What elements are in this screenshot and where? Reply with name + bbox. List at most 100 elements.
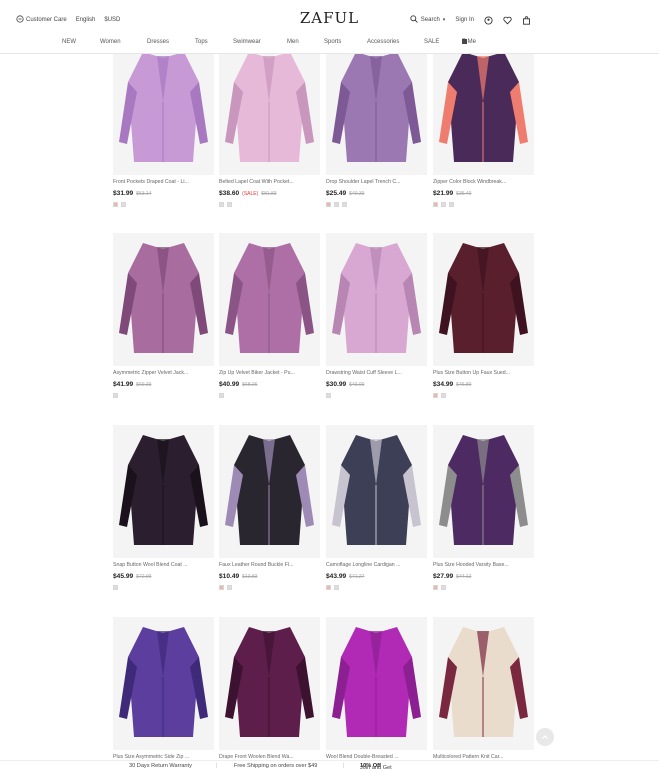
color-swatch[interactable] (441, 585, 446, 590)
product-card[interactable]: Camoflage Longline Cardigan ... $43.99 $71… (326, 425, 427, 591)
color-swatch[interactable] (449, 202, 454, 207)
product-price: $31.99 (113, 190, 134, 197)
product-image[interactable] (326, 617, 427, 750)
product-card[interactable]: Asymmetric Zipper Velvet Jack... $41.99 $6… (113, 233, 214, 399)
color-swatch[interactable] (433, 393, 438, 398)
product-image[interactable] (326, 42, 427, 175)
product-image[interactable] (433, 425, 534, 558)
product-old-price: $40.39 (349, 191, 365, 197)
product-name[interactable]: Faux Leather Round Buckle Fl... (219, 562, 320, 570)
product-image[interactable] (219, 617, 320, 750)
color-swatch[interactable] (227, 585, 232, 590)
product-image[interactable] (326, 425, 427, 558)
color-swatch[interactable] (326, 393, 331, 398)
product-old-price: $68.26 (242, 382, 258, 388)
product-name[interactable]: Snap Button Wool Blend Coat ... (113, 562, 214, 570)
product-name[interactable]: Drawstring Waist Cuff Sleeve L... (326, 370, 427, 378)
product-image[interactable] (113, 617, 214, 750)
nav-item-tops[interactable]: Tops (195, 39, 208, 45)
color-swatch[interactable] (113, 585, 118, 590)
nav-item-z-me-label: Z-Me (462, 39, 476, 45)
bag-icon[interactable] (522, 15, 531, 25)
product-name[interactable]: Belted Lapel Coat With Pocket... (219, 179, 320, 187)
user-circle-icon[interactable] (484, 15, 493, 25)
product-image[interactable] (219, 233, 320, 366)
product-image[interactable] (113, 425, 214, 558)
product-image[interactable] (219, 42, 320, 175)
free-shipping-text[interactable]: Free Shipping on orders over $49 (234, 763, 317, 769)
nav-item-women[interactable]: Women (100, 39, 121, 45)
heart-icon[interactable] (503, 16, 512, 25)
color-swatch[interactable] (113, 202, 118, 207)
product-card[interactable]: Drawstring Waist Cuff Sleeve L... $30.99 $… (326, 233, 427, 399)
product-image[interactable] (113, 233, 214, 366)
product-image[interactable] (433, 42, 534, 175)
product-prices: $40.99 $68.26 (219, 381, 320, 390)
product-image[interactable] (326, 233, 427, 366)
product-card[interactable]: Plus Size Hooded Varsity Base... $27.99 $4… (433, 425, 534, 591)
color-swatch[interactable] (441, 393, 446, 398)
color-swatches (433, 393, 534, 399)
product-card[interactable]: Faux Leather Round Buckle Fl... $10.49 $13… (219, 425, 320, 591)
product-card[interactable]: Wool Blend Double-Breasted ... (326, 617, 427, 762)
color-swatch[interactable] (219, 202, 224, 207)
nav-item-new[interactable]: NEW (62, 39, 76, 45)
color-swatch[interactable] (219, 585, 224, 590)
color-swatch[interactable] (342, 202, 347, 207)
promo-footer-bar: 30 Days Return Warranty | Free Shipping … (0, 760, 659, 771)
nav-item-men[interactable]: Men (287, 39, 299, 45)
site-header: Customer Care English $USD ZAFUL Search … (0, 0, 659, 54)
product-card[interactable]: Plus Size Asymmetric Side Zip ... (113, 617, 214, 762)
product-prices: $45.99 $72.99 (113, 573, 214, 582)
product-name[interactable]: Zip Up Velvet Biker Jacket - Pu... (219, 370, 320, 378)
product-card[interactable]: Front Pockets Draped Coat - Li... $31.99 $… (113, 42, 214, 208)
product-card[interactable]: Zipper Color Block Windbreak... $21.99 $35… (433, 42, 534, 208)
product-image[interactable] (113, 42, 214, 175)
product-image[interactable] (433, 233, 534, 366)
color-swatches (113, 393, 214, 399)
product-name[interactable]: Camoflage Longline Cardigan ... (326, 562, 427, 570)
product-name[interactable]: Drop Shoulder Lapel Trench C... (326, 179, 427, 187)
product-name[interactable]: Front Pockets Draped Coat - Li... (113, 179, 214, 187)
color-swatch[interactable] (334, 585, 339, 590)
join-offer-link[interactable]: Join and Get 10% Off (360, 763, 392, 771)
color-swatch[interactable] (326, 202, 331, 207)
product-name[interactable]: Plus Size Button Up Faux Sued... (433, 370, 534, 378)
product-name[interactable]: Zipper Color Block Windbreak... (433, 179, 534, 187)
color-swatch[interactable] (433, 202, 438, 207)
zaful-logo[interactable]: ZAFUL (0, 9, 659, 27)
product-image[interactable] (433, 617, 534, 750)
color-swatches (433, 585, 534, 591)
color-swatches (113, 585, 214, 591)
color-swatch[interactable] (433, 585, 438, 590)
color-swatches (326, 393, 427, 399)
return-warranty-text[interactable]: 30 Days Return Warranty (129, 763, 192, 769)
search-button[interactable]: Search ▾ (410, 15, 445, 25)
color-swatch[interactable] (326, 585, 331, 590)
color-swatch[interactable] (441, 202, 446, 207)
product-card[interactable]: Plus Size Button Up Faux Sued... $34.99 $4… (433, 233, 534, 399)
product-card[interactable]: Drop Shoulder Lapel Trench C... $25.49 $40… (326, 42, 427, 208)
product-name[interactable]: Plus Size Hooded Varsity Base... (433, 562, 534, 570)
product-name[interactable]: Asymmetric Zipper Velvet Jack... (113, 370, 214, 378)
product-prices: $34.99 $46.80 (433, 381, 534, 390)
nav-item-sale[interactable]: SALE (424, 39, 439, 45)
product-card[interactable]: Zip Up Velvet Biker Jacket - Pu... $40.99… (219, 233, 320, 399)
color-swatch[interactable] (334, 202, 339, 207)
product-card[interactable]: Multicolored Pattern Knit Car... (433, 617, 534, 762)
color-swatch[interactable] (219, 393, 224, 398)
sign-in-link[interactable]: Sign In (455, 17, 474, 23)
product-card[interactable]: Drape Front Woolen Blend Wa... (219, 617, 320, 762)
nav-item-sports[interactable]: Sports (324, 39, 341, 45)
product-image[interactable] (219, 425, 320, 558)
product-card[interactable]: Belted Lapel Coat With Pocket... $38.60 (S… (219, 42, 320, 208)
back-to-top-button[interactable] (536, 728, 554, 746)
color-swatch[interactable] (121, 202, 126, 207)
color-swatch[interactable] (227, 202, 232, 207)
nav-item-swimwear[interactable]: Swimwear (233, 39, 261, 45)
color-swatch[interactable] (113, 393, 118, 398)
sale-tag: (SALE) (242, 191, 259, 197)
nav-item-dresses[interactable]: Dresses (147, 39, 169, 45)
nav-item-accessories[interactable]: Accessories (367, 39, 399, 45)
product-card[interactable]: Snap Button Wool Blend Coat ... $45.99 $72… (113, 425, 214, 591)
